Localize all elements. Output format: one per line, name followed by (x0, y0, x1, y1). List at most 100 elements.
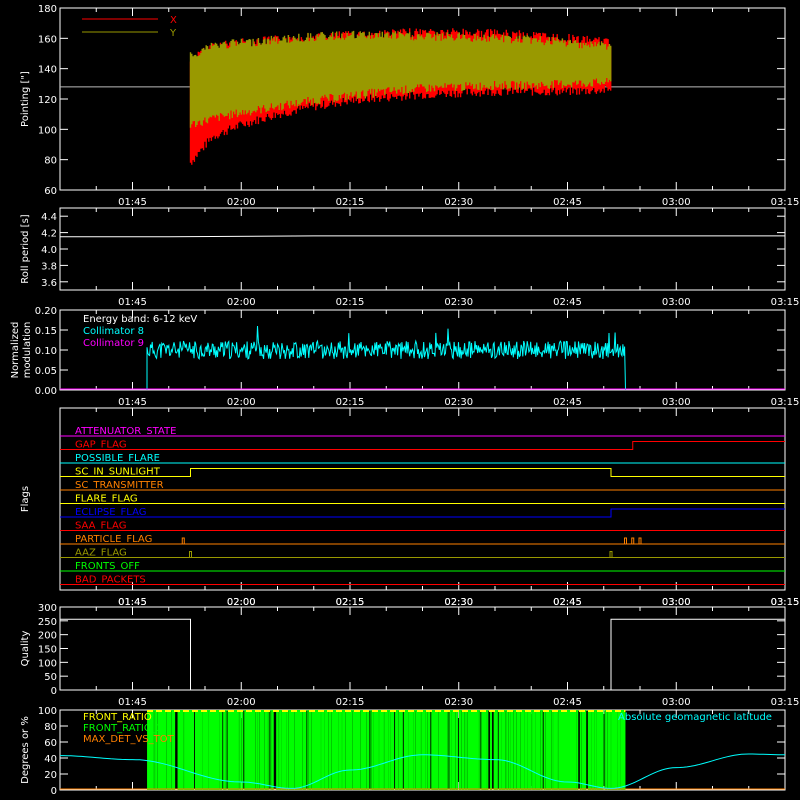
x-tick-label: 03:00 (662, 597, 691, 608)
y-axis-label: Roll period [s] (20, 214, 31, 283)
flag-label: PARTICLE_FLAG (75, 534, 152, 545)
flag-label: BAD_PACKETS (75, 575, 146, 586)
x-tick-label: 01:45 (118, 697, 147, 708)
x-tick-label: 01:45 (118, 297, 147, 308)
front-ratio-2-bars (147, 710, 626, 790)
x-tick-label: 02:15 (336, 397, 365, 408)
x-tick-label: 02:00 (227, 597, 256, 608)
x-tick-label: 02:30 (444, 297, 473, 308)
y-tick-label: 80 (44, 722, 57, 733)
x-tick-label: 02:30 (444, 597, 473, 608)
y-tick-label: 20 (44, 770, 57, 781)
x-tick-label: 02:15 (336, 697, 365, 708)
x-tick-label: 03:00 (662, 197, 691, 208)
flag-spike (609, 551, 613, 558)
y-axis-label: Degrees or % (20, 716, 31, 784)
legend-label: FRONT_RATIO (83, 712, 152, 723)
legend-label: X (170, 15, 177, 26)
legend-label: MAX_DET_VS_TOT (83, 734, 175, 745)
flag-spike (181, 537, 185, 544)
flag-label: SC_IN_SUNLIGHT (75, 467, 161, 478)
y-tick-label: 3.8 (41, 261, 57, 272)
flag-label: ATTENUATOR_STATE (75, 426, 176, 437)
flag-spike (631, 537, 635, 544)
x-tick-label: 03:15 (771, 397, 800, 408)
panel-frame-2 (59, 207, 786, 291)
plot-canvas: 01:45 02:00 02:15 02:30 02:45 03:00 03:15 60 80 1… (0, 0, 800, 800)
stacked-plots: 01:45 02:00 02:15 02:30 02:45 03:00 03:15 60 80 1… (10, 4, 800, 797)
y-tick-label: 0 (51, 786, 57, 797)
energy-band-annotation: Energy band: 6-12 keV (83, 314, 197, 325)
y-tick-label: 80 (44, 156, 57, 167)
y-tick-label: 160 (38, 34, 57, 45)
flag-label: FLARE_FLAG (75, 494, 138, 505)
y-tick-label: 150 (38, 645, 57, 656)
flag-label: ECLIPSE_FLAG (75, 507, 146, 518)
flag-line (60, 441, 785, 450)
x-tick-label: 02:45 (553, 697, 582, 708)
x-tick-label: 02:45 (553, 597, 582, 608)
y-axis-label: Pointing ["] (20, 71, 31, 127)
flag-spike (624, 537, 627, 544)
y-tick-label: 0.05 (35, 366, 57, 377)
quality-line (60, 618, 785, 691)
x-tick-label: 03:15 (771, 197, 800, 208)
y-axis-label: Flags (20, 486, 31, 512)
y-axis-label: Quality (20, 631, 31, 667)
flag-label: GAP_FLAG (75, 440, 127, 451)
y-tick-label: 0.10 (35, 346, 57, 357)
flag-label: FRONTS_OFF (75, 561, 140, 572)
flag-label: POSSIBLE_FLARE (75, 453, 160, 464)
y-tick-label: 4.4 (41, 212, 57, 223)
flag-sc-in-sunlight (60, 468, 785, 477)
y-tick-label: 3.6 (41, 278, 57, 289)
y-tick-label: 300 (38, 603, 57, 614)
x-tick-label: 02:45 (553, 397, 582, 408)
flag-line (60, 468, 785, 477)
roll-period-line (60, 235, 785, 238)
x-tick-label: 02:15 (336, 297, 365, 308)
legend-label: Y (169, 28, 177, 39)
x-tick-label: 02:30 (444, 697, 473, 708)
y-tick-label: 50 (44, 672, 57, 683)
y-tick-label: 200 (38, 631, 57, 642)
x-tick-label: 01:45 (118, 597, 147, 608)
legend-label: Collimator 8 (83, 326, 144, 337)
x-tick-label: 02:00 (227, 197, 256, 208)
x-tick-label: 03:00 (662, 297, 691, 308)
flag-gap-flag (60, 441, 785, 450)
x-tick-label: 01:45 (118, 397, 147, 408)
x-tick-label: 01:45 (118, 197, 147, 208)
y-tick-label: 0 (51, 686, 57, 697)
x-tick-label: 02:30 (444, 397, 473, 408)
flag-label: SAA_FLAG (75, 521, 126, 532)
flag-spike (189, 551, 192, 558)
y-tick-label: 120 (38, 95, 57, 106)
y-axis-label: Normalized (10, 322, 21, 379)
y-tick-label: 0.15 (35, 326, 57, 337)
flag-label: AAZ_FLAG (75, 548, 127, 559)
flag-eclipse-flag (60, 508, 785, 518)
y-tick-label: 40 (44, 754, 57, 765)
flag-spike (638, 537, 642, 544)
y-tick-label: 60 (44, 186, 57, 197)
collimator-8-line (146, 325, 626, 391)
x-tick-label: 02:15 (336, 597, 365, 608)
y-axis-label: modulation (22, 322, 33, 379)
legend-label: FRONT_RATIO_2 (83, 723, 163, 734)
x-tick-label: 02:15 (336, 197, 365, 208)
y-tick-label: 0.20 (35, 306, 57, 317)
y-tick-label: 100 (38, 706, 57, 717)
y-tick-label: 250 (38, 617, 57, 628)
flag-label: SC_TRANSMITTER (75, 480, 164, 491)
y-tick-label: 4.2 (41, 229, 57, 240)
y-tick-label: 60 (44, 738, 57, 749)
legend-label: Collimator 9 (83, 338, 144, 349)
x-tick-label: 02:45 (553, 197, 582, 208)
x-tick-label: 02:00 (227, 297, 256, 308)
x-tick-label: 02:00 (227, 697, 256, 708)
x-tick-label: 03:15 (771, 597, 800, 608)
y-tick-label: 0.00 (35, 386, 57, 397)
y-tick-label: 100 (38, 658, 57, 669)
y-tick-label: 180 (38, 4, 57, 15)
